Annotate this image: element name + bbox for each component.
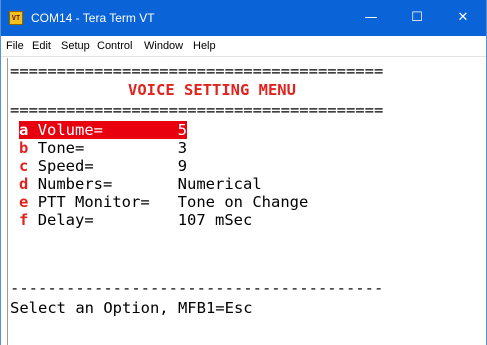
option-key: c — [19, 157, 29, 175]
close-icon: ✕ — [457, 10, 469, 25]
option-row-speed[interactable]: c Speed= 9 — [19, 157, 187, 175]
option-label: Tone= — [37, 139, 85, 157]
menu-bar: File Edit Setup Control Window Help — [1, 36, 486, 57]
title-bar[interactable]: VT COM14 - Tera Term VT — ☐ ✕ — [1, 0, 486, 36]
option-row-tone[interactable]: b Tone= 3 — [19, 139, 187, 157]
terminal-window: VT COM14 - Tera Term VT — ☐ ✕ File Edit … — [0, 0, 487, 345]
option-value: 5 — [177, 121, 188, 139]
maximize-icon: ☐ — [411, 10, 423, 25]
menu-help[interactable]: Help — [193, 36, 216, 56]
close-button[interactable]: ✕ — [440, 0, 486, 36]
maximize-button[interactable]: ☐ — [394, 0, 440, 36]
option-row-volume[interactable]: a Volume= 5 — [19, 121, 188, 139]
option-key: d — [19, 175, 29, 193]
option-row-numbers[interactable]: d Numbers= Numerical — [19, 175, 262, 193]
option-label: Volume= — [37, 121, 104, 139]
option-label: Numbers= — [37, 175, 113, 193]
option-key: f — [19, 211, 29, 229]
option-key: e — [19, 193, 29, 211]
option-label: PTT Monitor= — [37, 193, 150, 211]
menu-setup[interactable]: Setup — [61, 36, 90, 56]
window-title: COM14 - Tera Term VT — [31, 11, 155, 25]
double-rule-top: ======================================== — [10, 62, 384, 80]
menu-edit[interactable]: Edit — [32, 36, 51, 56]
option-row-delay[interactable]: f Delay= 107 mSec — [19, 211, 252, 229]
menu-control[interactable]: Control — [97, 36, 132, 56]
option-row-ptt-monitor[interactable]: e PTT Monitor= Tone on Change — [19, 193, 308, 211]
menu-file[interactable]: File — [6, 36, 24, 56]
option-value: 9 — [177, 157, 188, 175]
terminal-screen[interactable]: ========================================… — [7, 58, 483, 345]
minimize-icon: — — [364, 10, 378, 25]
option-value: 107 mSec — [177, 211, 253, 229]
tera-term-app-icon[interactable]: VT — [9, 11, 23, 25]
menu-window[interactable]: Window — [144, 36, 183, 56]
single-rule: ---------------------------------------- — [10, 279, 384, 297]
option-value: Tone on Change — [177, 193, 309, 211]
option-label: Speed= — [37, 157, 94, 175]
option-key: a — [19, 121, 29, 139]
option-value: 3 — [177, 139, 188, 157]
menu-heading: VOICE SETTING MENU — [128, 81, 296, 99]
option-value: Numerical — [177, 175, 262, 193]
option-key: b — [19, 139, 29, 157]
option-label: Delay= — [37, 211, 94, 229]
prompt-text: Select an Option, MFB1=Esc — [10, 299, 253, 317]
minimize-button[interactable]: — — [348, 0, 394, 36]
double-rule-bottom: ======================================== — [10, 101, 384, 119]
